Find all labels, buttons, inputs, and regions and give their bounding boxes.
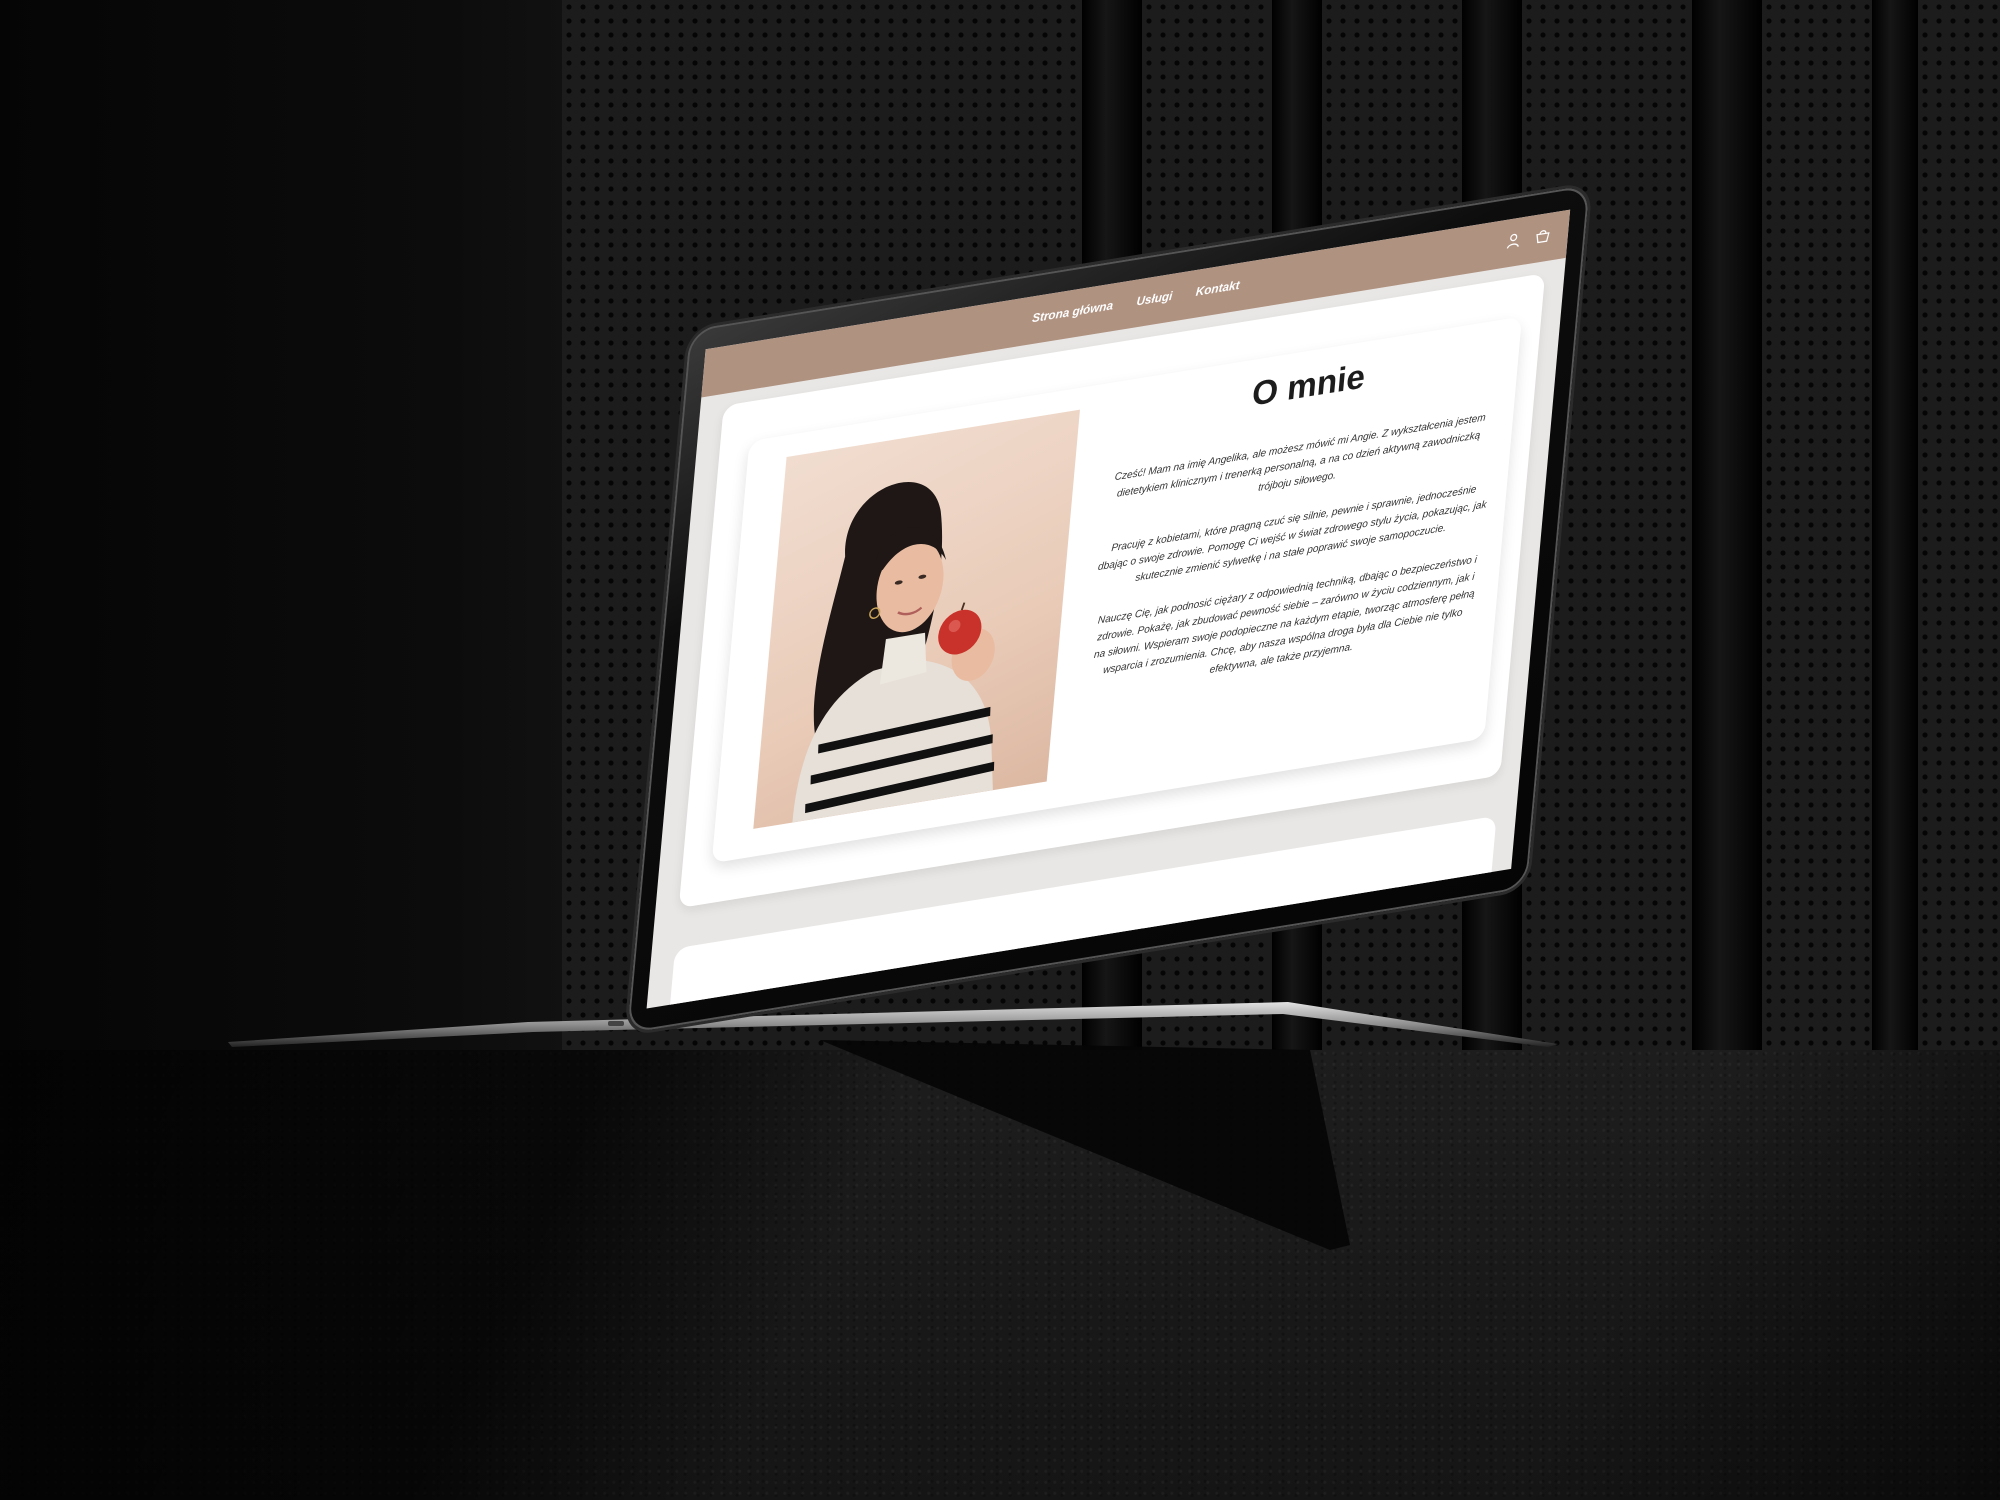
header-icons (1505, 227, 1551, 250)
profile-photo (753, 409, 1080, 829)
basket-icon[interactable] (1534, 227, 1551, 246)
about-text: Cześć! Mam na imię Angelika, ale możesz … (1083, 408, 1496, 719)
nav-item-home[interactable]: Strona główna (1032, 298, 1114, 325)
user-icon[interactable] (1505, 231, 1522, 250)
nav-item-services[interactable]: Usługi (1136, 289, 1173, 309)
about-card: O mnie Cześć! Mam na imię Angelika, ale … (711, 316, 1523, 864)
laptop-base (228, 1002, 1558, 1047)
nav-item-contact[interactable]: Kontakt (1195, 278, 1240, 299)
